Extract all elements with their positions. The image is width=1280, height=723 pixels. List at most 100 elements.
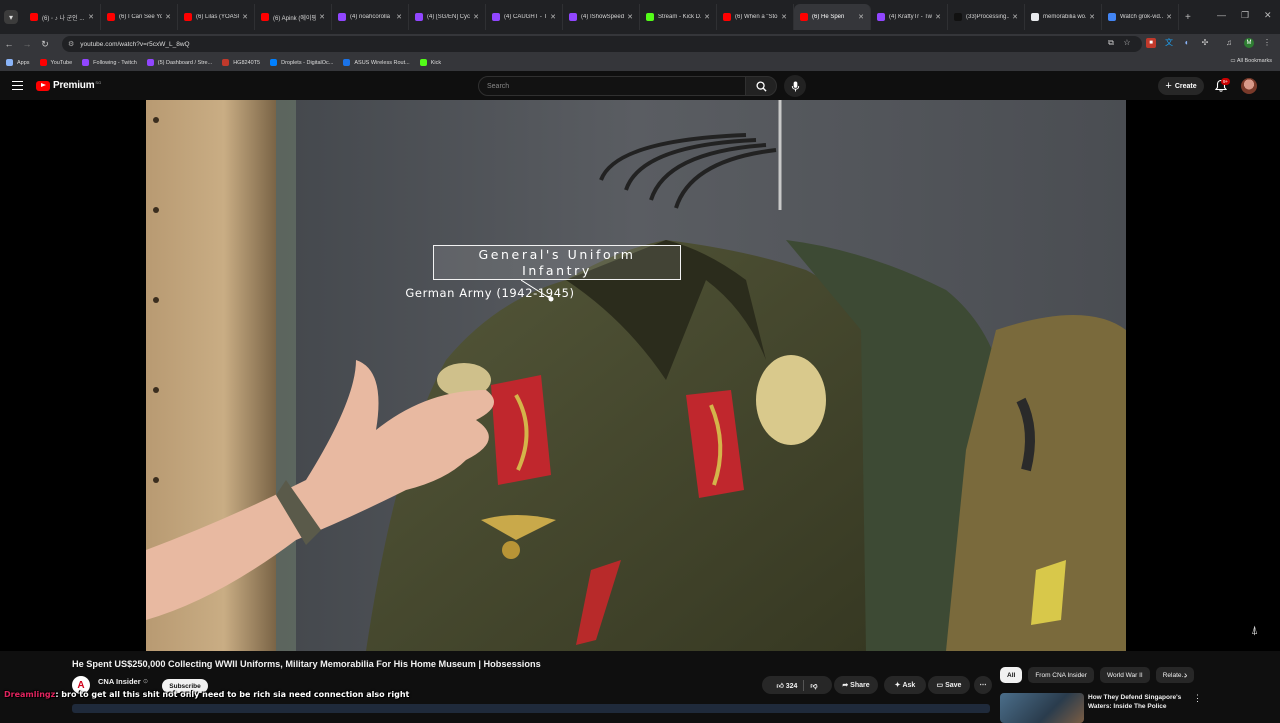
browser-tab[interactable]: (6) I Can See Yo...✕ — [101, 4, 178, 30]
browser-tab[interactable]: (4) CAUGHT - T... ✕ — [486, 4, 563, 30]
address-bar[interactable]: ⚙ youtube.com/watch?v=r5cxW_L_8wQ — [62, 36, 1142, 52]
tab-close-icon[interactable]: ✕ — [704, 13, 710, 21]
bookmark-list: Apps YouTube Following - Twitch (5) Dashboa… — [6, 59, 451, 66]
browser-tab[interactable]: (4) KraftyTr - Tw... ✕ — [871, 4, 948, 30]
media-controls-icon[interactable]: ♫ — [1224, 38, 1234, 48]
tab-favicon-icon — [1108, 13, 1116, 21]
bookmark-favicon-icon — [146, 59, 154, 66]
tab-title: (4) [SG/EN] Cyc... — [427, 14, 471, 20]
browser-tab[interactable]: (6) Lilas (YOASO...✕ — [178, 4, 255, 30]
guide-menu-icon[interactable] — [12, 81, 23, 90]
browser-tab[interactable]: (4) [SG/EN] Cyc...✕ — [409, 4, 486, 30]
browser-menu-icon[interactable]: ⋮ — [1262, 38, 1272, 48]
tab-close-icon[interactable]: ✕ — [319, 13, 325, 21]
tab-close-icon[interactable]: ✕ — [473, 13, 479, 21]
browser-tab[interactable]: (4) IShowSpeed ✕ — [563, 4, 640, 30]
tab-close-icon[interactable]: ✕ — [627, 13, 633, 21]
filter-chip[interactable]: Relate... — [1155, 667, 1194, 683]
browser-tab[interactable]: (6) He Spen ✕ — [794, 4, 871, 30]
back-icon[interactable]: ← — [0, 39, 18, 49]
filter-chip[interactable]: World War II — [1099, 667, 1150, 683]
search-button[interactable] — [745, 76, 777, 96]
profile-avatar-icon[interactable]: M — [1244, 38, 1254, 48]
tab-search-button[interactable]: ▾ — [4, 10, 18, 24]
channel-watermark-icon[interactable]: ⍋ — [1251, 623, 1258, 638]
tab-close-icon[interactable]: ✕ — [242, 13, 248, 21]
recommendation-menu-icon[interactable]: ⋮ — [1193, 693, 1202, 704]
tab-close-icon[interactable]: ✕ — [1012, 13, 1018, 21]
bookmark-item[interactable]: YouTube — [39, 59, 72, 66]
bookmark-item[interactable]: Following - Twitch — [82, 59, 137, 66]
browser-tab[interactable]: Watch grok-vid... ✕ — [1102, 4, 1179, 30]
share-button[interactable]: ➦ Share — [834, 676, 878, 694]
like-button[interactable]: 👍︎ 324 — [776, 681, 797, 690]
search-input[interactable]: Search — [478, 76, 746, 96]
filter-chip[interactable]: All — [1000, 667, 1023, 683]
bookmark-item[interactable]: Droplets - DigitalOc... — [270, 59, 333, 66]
chat-overlay: Dreamlingz: bro to get all this shit not… — [4, 689, 424, 701]
save-button[interactable]: ▭ Save — [928, 676, 970, 694]
recommendation-title[interactable]: How They Defend Singapore's Waters: Insi… — [1088, 693, 1184, 711]
tab-title: (6) Lilas (YOASO... — [196, 14, 239, 20]
tab-close-icon[interactable]: ✕ — [858, 13, 864, 21]
recommendation-thumbnail[interactable] — [1000, 693, 1084, 723]
tab-favicon-icon — [569, 13, 577, 21]
minimize-icon[interactable]: — — [1217, 10, 1226, 20]
browser-tab[interactable]: (33)Processing... ✕ — [948, 4, 1025, 30]
tab-close-icon[interactable]: ✕ — [1089, 13, 1095, 21]
bookmark-item[interactable]: ASUS Wireless Rout... — [343, 59, 410, 66]
close-window-icon[interactable]: ✕ — [1264, 10, 1272, 21]
tab-title: memorabilia wo... — [1043, 14, 1087, 20]
browser-tab[interactable]: memorabilia wo... ✕ — [1025, 4, 1102, 30]
like-dislike-group: 👍︎ 324 👎︎ — [762, 676, 832, 694]
browser-tab[interactable]: (4) noahcorolla ✕ — [332, 4, 409, 30]
bookmark-label: (5) Dashboard / Stre... — [157, 59, 213, 66]
forward-icon[interactable]: → — [18, 39, 36, 49]
tab-close-icon[interactable]: ✕ — [550, 13, 556, 21]
youtube-logo[interactable]: Premium SG — [36, 80, 101, 91]
browser-tab[interactable]: (6) Apink (에이핑...✕ — [255, 4, 332, 30]
bookmark-star-icon[interactable]: ☆ — [1122, 38, 1132, 48]
site-info-icon[interactable]: ⚙ — [68, 40, 74, 48]
chevron-right-icon[interactable]: › — [1184, 670, 1187, 681]
voice-search-button[interactable] — [784, 75, 806, 97]
reload-icon[interactable]: ↻ — [36, 39, 54, 50]
extension-blue-icon[interactable]: ◐ — [1182, 38, 1192, 48]
tab-close-icon[interactable]: ✕ — [165, 13, 171, 21]
dislike-button[interactable]: 👎︎ — [810, 681, 817, 690]
tab-close-icon[interactable]: ✕ — [1166, 13, 1172, 21]
description-panel[interactable] — [72, 704, 990, 713]
tab-close-icon[interactable]: ✕ — [935, 13, 941, 21]
browser-tab[interactable]: (6) ◦ ♪ 나 군인 ... ✕ — [24, 4, 101, 30]
extension-translate-icon[interactable]: 文 — [1164, 38, 1174, 48]
channel-name[interactable]: CNA Insider — [98, 677, 141, 686]
save-label: Save — [945, 681, 962, 689]
filter-chip[interactable]: From CNA Insider — [1028, 667, 1094, 683]
extensions-puzzle-icon[interactable]: ✣ — [1200, 38, 1210, 48]
bookmark-item[interactable]: HG8240T5 — [222, 59, 260, 66]
bookmark-label: Following - Twitch — [93, 59, 137, 66]
browser-tab[interactable]: (6) When a "Sto... ✕ — [717, 4, 794, 30]
extension-red-icon[interactable]: ■ — [1146, 38, 1156, 48]
video-player[interactable]: General's Uniform Infantry German Army (… — [0, 100, 1280, 651]
bookmark-item[interactable]: Apps — [6, 59, 30, 66]
ask-button[interactable]: ✦ Ask — [884, 676, 926, 694]
ask-label: Ask — [902, 681, 916, 689]
chat-username: Dreamlingz — [4, 690, 56, 699]
tab-close-icon[interactable]: ✕ — [396, 13, 402, 21]
all-bookmarks-button[interactable]: ▭ All Bookmarks — [1230, 58, 1272, 64]
bookmark-item[interactable]: (5) Dashboard / Stre... — [146, 59, 213, 66]
create-button[interactable]: + Create — [1158, 77, 1204, 95]
bookmark-item[interactable]: Kick — [419, 59, 441, 66]
account-avatar[interactable] — [1241, 78, 1257, 94]
new-tab-button[interactable]: + — [1185, 12, 1191, 23]
tab-close-icon[interactable]: ✕ — [781, 13, 787, 21]
save-playlist-icon: ▭ — [936, 682, 946, 689]
install-app-icon[interactable]: ⧉ — [1106, 38, 1116, 48]
video-frame[interactable]: General's Uniform Infantry German Army (… — [146, 100, 1126, 651]
tab-close-icon[interactable]: ✕ — [88, 13, 94, 21]
more-actions-button[interactable]: ⋯ — [974, 676, 992, 694]
maximize-icon[interactable]: ❐ — [1241, 10, 1249, 21]
chat-message: bro to get all this shit not only need t… — [61, 690, 410, 699]
browser-tab[interactable]: Stream - Kick D... ✕ — [640, 4, 717, 30]
